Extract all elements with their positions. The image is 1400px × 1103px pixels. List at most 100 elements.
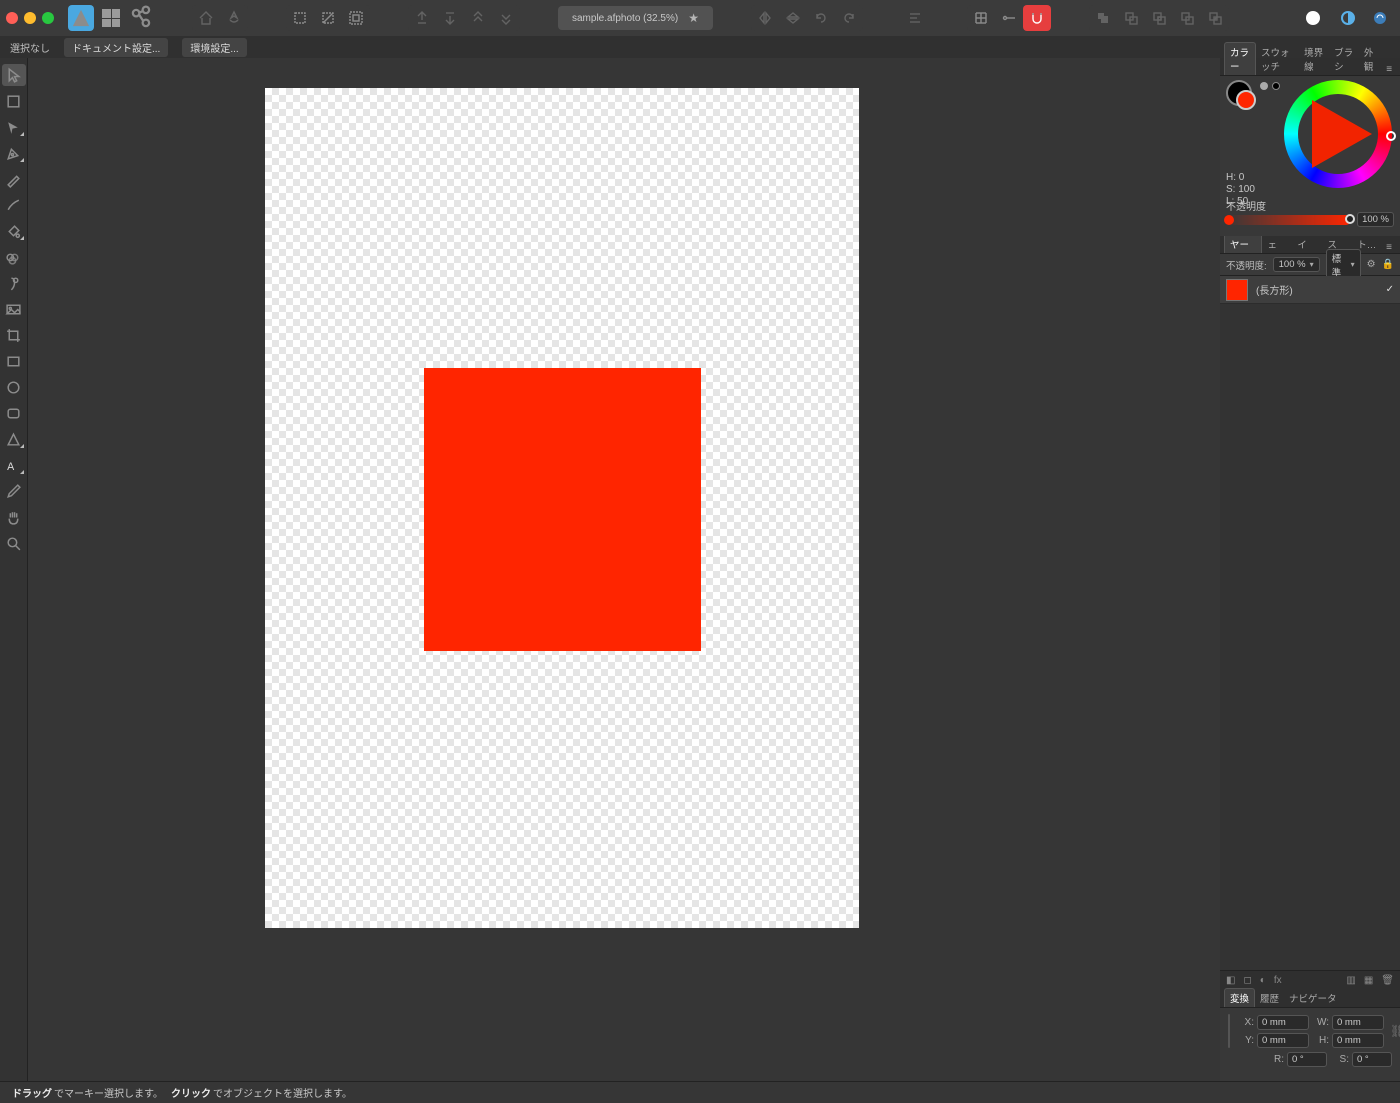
hue-handle[interactable]	[1386, 131, 1396, 141]
sync-icon[interactable]	[1366, 5, 1394, 31]
add-pixel-layer-icon[interactable]: ▦	[1364, 975, 1373, 986]
pencil-tool[interactable]	[2, 168, 26, 190]
eyedropper-tool[interactable]	[2, 480, 26, 502]
artboard-tool[interactable]	[2, 90, 26, 112]
document-page[interactable]	[265, 88, 859, 928]
boolean-xor-icon[interactable]	[1173, 5, 1201, 31]
place-tool[interactable]	[2, 272, 26, 294]
tab-stroke[interactable]: 境界線	[1299, 43, 1329, 75]
text-tool[interactable]: A	[2, 454, 26, 476]
ellipse-tool[interactable]	[2, 376, 26, 398]
move-backward-icon[interactable]	[464, 5, 492, 31]
invert-selection-icon[interactable]	[342, 5, 370, 31]
tab-transform[interactable]: 変換	[1224, 988, 1255, 1007]
tab-history[interactable]: 履歴	[1255, 989, 1284, 1007]
boolean-add-icon[interactable]	[1089, 5, 1117, 31]
y-field[interactable]	[1257, 1033, 1309, 1048]
boolean-divide-icon[interactable]	[1201, 5, 1229, 31]
move-tool[interactable]	[2, 64, 26, 86]
colour-panel-menu-icon[interactable]: ≡	[1382, 64, 1396, 75]
home-icon[interactable]	[192, 5, 220, 31]
link-wh-icon[interactable]: ⛓	[1390, 1024, 1400, 1038]
canvas-area[interactable]	[28, 58, 1220, 1081]
adjustment-layer-icon[interactable]: ◐	[1260, 975, 1266, 986]
pixel-persona-button[interactable]	[98, 5, 124, 31]
move-to-front-icon[interactable]	[492, 5, 520, 31]
rectangle-tool[interactable]	[2, 350, 26, 372]
assistant-button[interactable]	[1306, 11, 1320, 25]
document-tab[interactable]: sample.afphoto (32.5%) ★	[558, 6, 713, 30]
deselect-icon[interactable]	[314, 5, 342, 31]
add-layer-icon[interactable]: ▥	[1346, 975, 1355, 986]
layers-footer: ◧ ◻ ◐ fx ▥ ▦ 🗑	[1220, 970, 1400, 990]
opacity-value[interactable]: 100 %	[1357, 212, 1394, 227]
layer-blend-ranges-icon[interactable]: ◧	[1226, 975, 1235, 986]
transparency-tool[interactable]	[2, 246, 26, 268]
opacity-slider[interactable]	[1226, 215, 1351, 225]
rotate-ccw-icon[interactable]	[807, 5, 835, 31]
shear-field[interactable]	[1352, 1052, 1392, 1067]
delete-layer-icon[interactable]: 🗑	[1381, 975, 1394, 986]
flip-horizontal-icon[interactable]	[751, 5, 779, 31]
transform-panel: X: W: Y: H: ⛓ R: S:	[1220, 1008, 1400, 1081]
colour-triangle[interactable]	[1312, 100, 1372, 168]
secondary-colour-swatch[interactable]	[1236, 90, 1256, 110]
baseline-snap-icon[interactable]	[995, 5, 1023, 31]
swap-colours-icon[interactable]	[1260, 82, 1280, 90]
boolean-subtract-icon[interactable]	[1117, 5, 1145, 31]
hand-tool[interactable]	[2, 506, 26, 528]
window-controls	[6, 12, 54, 24]
pen-tool[interactable]	[2, 142, 26, 164]
tab-navigator[interactable]: ナビゲータ	[1284, 989, 1342, 1007]
selection-status-label: 選択なし	[10, 40, 50, 55]
layer-item[interactable]: (長方形) ✓	[1220, 276, 1400, 304]
x-field[interactable]	[1257, 1015, 1309, 1030]
flip-vertical-icon[interactable]	[779, 5, 807, 31]
tab-colour[interactable]: カラー	[1224, 42, 1256, 75]
autosave-icon[interactable]	[220, 5, 248, 31]
layers-empty-area[interactable]	[1220, 304, 1400, 970]
fill-tool[interactable]	[2, 220, 26, 242]
maximize-window-icon[interactable]	[42, 12, 54, 24]
h-field[interactable]	[1332, 1033, 1384, 1048]
align-icon[interactable]	[901, 5, 929, 31]
mask-layer-icon[interactable]: ◻	[1243, 975, 1251, 986]
boolean-intersect-icon[interactable]	[1145, 5, 1173, 31]
close-window-icon[interactable]	[6, 12, 18, 24]
minimize-window-icon[interactable]	[24, 12, 36, 24]
layer-opacity-field[interactable]: 100 %	[1273, 257, 1320, 272]
vector-brush-tool[interactable]	[2, 194, 26, 216]
move-back-icon[interactable]	[408, 5, 436, 31]
crop-tool[interactable]	[2, 324, 26, 346]
snap-grid-icon[interactable]	[967, 5, 995, 31]
anchor-selector[interactable]	[1228, 1014, 1230, 1048]
rotation-field[interactable]	[1287, 1052, 1327, 1067]
tab-swatches[interactable]: スウォッチ	[1256, 43, 1299, 75]
move-forward-icon[interactable]	[436, 5, 464, 31]
document-setup-button[interactable]: ドキュメント設定...	[64, 38, 168, 57]
layer-fx-icon[interactable]: fx	[1274, 975, 1282, 986]
layer-settings-icon[interactable]: ⚙	[1367, 259, 1376, 270]
tab-appearance[interactable]: 外観	[1359, 43, 1382, 75]
export-persona-button[interactable]	[128, 5, 154, 31]
triangle-tool[interactable]	[2, 428, 26, 450]
layer-lock-icon[interactable]: 🔒	[1382, 259, 1394, 270]
w-field[interactable]	[1332, 1015, 1384, 1030]
zoom-tool[interactable]	[2, 532, 26, 554]
rounded-rect-tool[interactable]	[2, 402, 26, 424]
layers-panel-menu-icon[interactable]: ≡	[1382, 242, 1396, 253]
media-tool[interactable]	[2, 298, 26, 320]
snapping-toggle-icon[interactable]	[1023, 5, 1051, 31]
layer-name: (長方形)	[1256, 282, 1293, 297]
layer-thumbnail	[1226, 279, 1248, 301]
opacity-label: 不透明度	[1226, 198, 1266, 213]
node-tool[interactable]	[2, 116, 26, 138]
rectangle-shape[interactable]	[424, 368, 701, 651]
select-all-icon[interactable]	[286, 5, 314, 31]
designer-persona-button[interactable]	[68, 5, 94, 31]
layer-visibility-check[interactable]: ✓	[1386, 284, 1394, 295]
preferences-button[interactable]: 環境設定...	[182, 38, 246, 57]
tab-brushes[interactable]: ブラシ	[1329, 43, 1359, 75]
rotate-cw-icon[interactable]	[835, 5, 863, 31]
account-icon[interactable]	[1334, 5, 1362, 31]
